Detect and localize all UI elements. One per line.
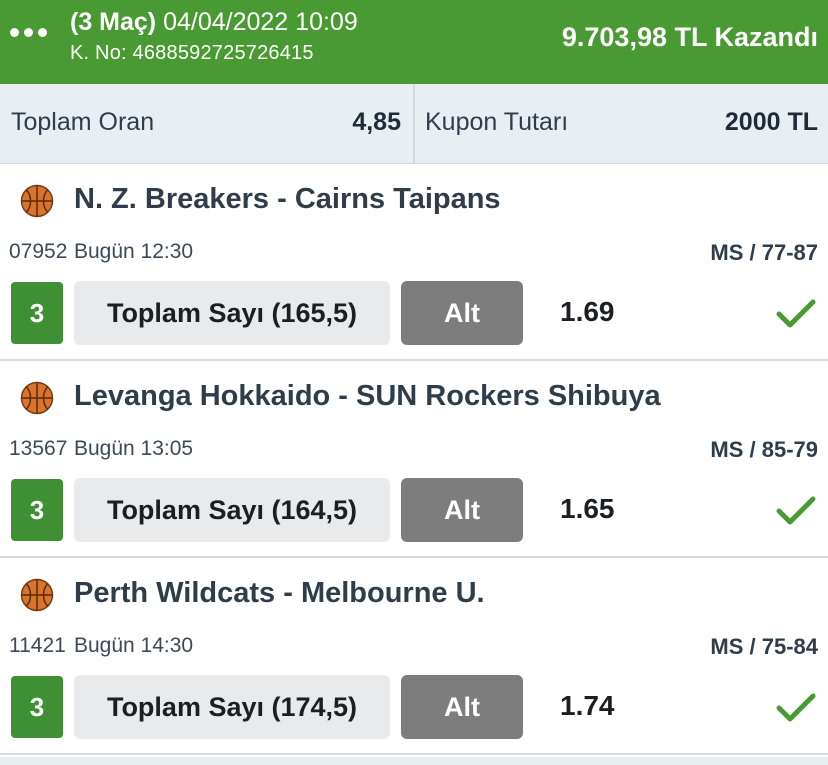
coupon-datetime: 04/04/2022 10:09: [163, 8, 358, 36]
bottom-strip: [0, 757, 828, 765]
event-title: Perth Wildcats - Melbourne U.: [74, 577, 485, 609]
basketball-icon: [20, 184, 54, 218]
mbs-badge: 3: [11, 676, 63, 738]
coupon-header: (3 Maç) 04/04/2022 10:09 K. No: 46885927…: [0, 0, 828, 84]
coupon-title: (3 Maç) 04/04/2022 10:09: [70, 8, 358, 37]
market-label: Toplam Sayı (174,5): [74, 675, 390, 739]
check-icon: [776, 496, 816, 525]
odd-value: 1.74: [560, 690, 615, 721]
match-count: (3 Maç): [70, 8, 157, 36]
pick-button[interactable]: Alt: [401, 281, 523, 345]
event-time: Bugün 13:05: [74, 437, 194, 460]
coupon-number: K. No: 4688592725726415: [70, 42, 314, 64]
market-label: Toplam Sayı (164,5): [74, 478, 390, 542]
event-row[interactable]: Perth Wildcats - Melbourne U. 11421 Bugü…: [0, 558, 828, 755]
odd-value: 1.65: [560, 493, 615, 524]
event-time: Bugün 12:30: [74, 240, 194, 263]
event-code: 11421: [9, 634, 66, 657]
winnings-amount: 9.703,98 TL Kazandı: [561, 22, 818, 52]
stake-label: Kupon Tutarı: [425, 108, 569, 136]
total-odds-value: 4,85: [352, 108, 401, 136]
event-row[interactable]: N. Z. Breakers - Cairns Taipans 07952 Bu…: [0, 164, 828, 361]
check-icon: [776, 299, 816, 328]
mbs-badge: 3: [11, 282, 63, 344]
mbs-badge: 3: [11, 479, 63, 541]
basketball-icon: [20, 578, 54, 612]
event-result: MS / 75-84: [710, 634, 818, 659]
event-time: Bugün 14:30: [74, 634, 194, 657]
market-label: Toplam Sayı (165,5): [74, 281, 390, 345]
odd-value: 1.69: [560, 296, 615, 327]
event-result: MS / 77-87: [710, 240, 818, 265]
pick-button[interactable]: Alt: [401, 675, 523, 739]
event-title: Levanga Hokkaido - SUN Rockers Shibuya: [74, 380, 661, 412]
event-row[interactable]: Levanga Hokkaido - SUN Rockers Shibuya 1…: [0, 361, 828, 558]
stake-value: 2000 TL: [724, 108, 818, 136]
total-odds-label: Toplam Oran: [11, 108, 155, 136]
check-icon: [776, 693, 816, 722]
summary-divider: [413, 84, 415, 164]
pick-button[interactable]: Alt: [401, 478, 523, 542]
more-dots-icon[interactable]: [10, 28, 47, 37]
event-result: MS / 85-79: [710, 437, 818, 462]
event-title: N. Z. Breakers - Cairns Taipans: [74, 183, 501, 215]
event-code: 07952: [9, 240, 68, 263]
basketball-icon: [20, 381, 54, 415]
coupon-summary: Toplam Oran 4,85 Kupon Tutarı 2000 TL: [0, 84, 828, 164]
event-code: 13567: [9, 437, 68, 460]
